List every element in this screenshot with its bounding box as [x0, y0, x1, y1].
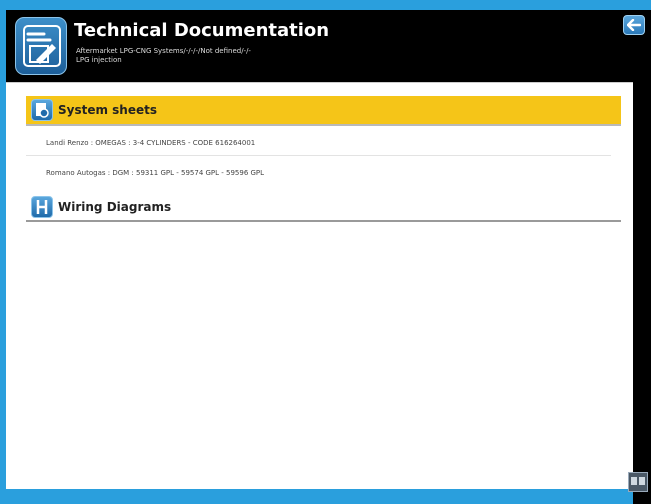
wiring-diagrams-label: Wiring Diagrams	[58, 200, 172, 214]
bottom-bar	[6, 489, 633, 504]
subtitle-line-2: LPG injection	[76, 56, 122, 64]
wiring-diagram-icon	[31, 196, 53, 218]
system-sheets-header[interactable]: System sheets	[26, 96, 621, 126]
system-sheets-label: System sheets	[58, 103, 158, 117]
tools-document-icon	[15, 17, 67, 75]
arrow-left-icon	[627, 19, 641, 31]
back-button[interactable]	[623, 15, 645, 35]
document-gear-icon	[31, 99, 53, 121]
app-header: Technical Documentation Aftermarket LPG-…	[6, 10, 651, 82]
list-item[interactable]: Landi Renzo : OMEGAS : 3-4 CYLINDERS - C…	[26, 130, 611, 156]
gallery-icon[interactable]	[628, 472, 648, 492]
list-item[interactable]: Romano Autogas : DGM : 59311 GPL - 59574…	[26, 160, 611, 186]
page-title: Technical Documentation	[74, 20, 330, 41]
wiring-diagrams-header[interactable]: Wiring Diagrams	[26, 194, 621, 222]
page-subtitle: Aftermarket LPG-CNG Systems/-/-/-/Not de…	[76, 47, 396, 65]
subtitle-line-1: Aftermarket LPG-CNG Systems/-/-/-/Not de…	[76, 47, 251, 55]
